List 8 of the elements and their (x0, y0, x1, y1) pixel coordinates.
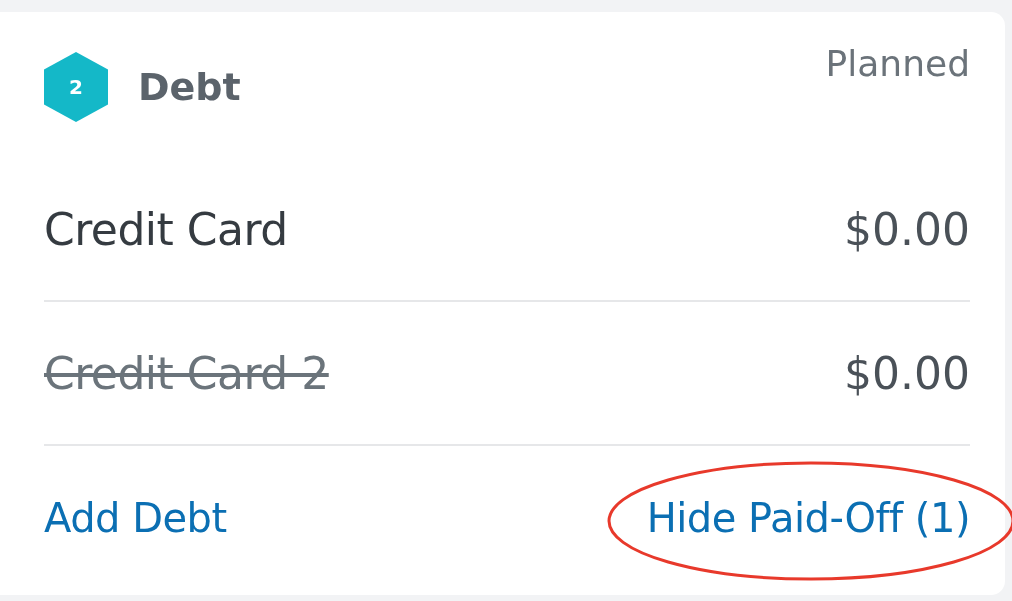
category-title: Debt (138, 64, 241, 111)
column-label: Planned (825, 46, 970, 82)
line-item-name[interactable]: Credit Card (44, 203, 288, 255)
category-number-badge: 2 (44, 52, 108, 122)
add-debt-link[interactable]: Add Debt (44, 494, 227, 541)
line-item-name[interactable]: Credit Card 2 (44, 347, 329, 399)
planned-amount[interactable]: $0.00 (844, 203, 970, 255)
planned-amount[interactable]: $0.00 (844, 347, 970, 399)
